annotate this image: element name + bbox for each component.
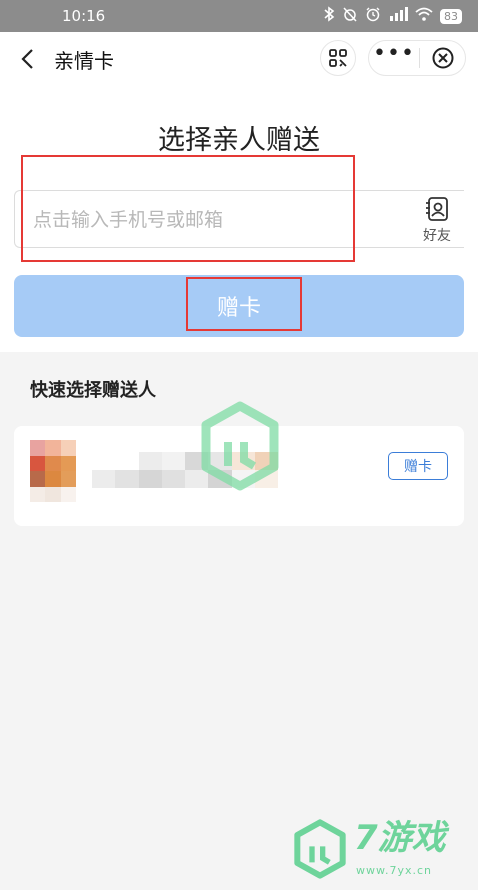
mini-program-capsule: ••• <box>368 40 466 76</box>
alarm-off-icon <box>342 6 358 26</box>
bluetooth-icon <box>323 6 335 26</box>
select-friend-button[interactable]: 好友 <box>417 195 457 247</box>
watermark-brand-text: 7游戏 <box>354 818 446 858</box>
back-button[interactable] <box>14 44 40 74</box>
watermark-url: www.7yx.cn <box>356 864 433 877</box>
phone-email-input[interactable] <box>33 203 413 237</box>
quick-select-title: 快速选择赠送人 <box>30 380 156 401</box>
more-button[interactable]: ••• <box>369 41 419 75</box>
brand-watermark: 7游戏 www.7yx.cn <box>292 818 472 886</box>
watermark-logo-icon <box>201 401 279 491</box>
nav-title: 亲情卡 <box>54 49 114 73</box>
give-card-button[interactable]: 赠卡 <box>14 275 464 337</box>
more-icon: ••• <box>373 41 415 66</box>
alarm-icon <box>365 6 381 26</box>
status-icons: 83 <box>323 6 462 26</box>
nav-bar: 亲情卡 ••• <box>0 32 478 86</box>
qr-scan-icon <box>329 49 347 67</box>
contacts-book-icon <box>426 197 448 221</box>
status-time: 10:16 <box>62 7 106 25</box>
status-bar: 10:16 83 <box>0 0 478 32</box>
back-arrow-icon <box>21 49 33 69</box>
contact-give-card-button[interactable]: 赠卡 <box>388 452 448 480</box>
signal-icon <box>388 7 408 25</box>
battery-icon: 83 <box>440 8 462 24</box>
close-circle-icon <box>432 47 453 69</box>
wifi-icon <box>415 7 433 25</box>
avatar <box>30 440 76 502</box>
recipient-input-row: 好友 <box>14 190 464 248</box>
watermark-logo-icon <box>294 819 346 879</box>
page-title: 选择亲人赠送 <box>158 125 320 156</box>
qr-scan-button[interactable] <box>320 40 356 76</box>
close-button[interactable] <box>420 41 465 75</box>
friend-label: 好友 <box>423 228 451 244</box>
